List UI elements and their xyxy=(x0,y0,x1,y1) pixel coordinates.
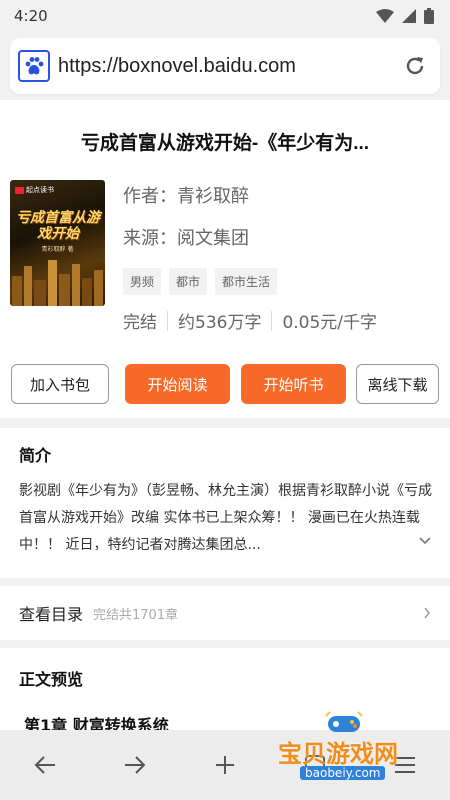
book-title: 亏成首富从游戏开始-《年少有为... xyxy=(80,133,370,154)
book-status: 完结 xyxy=(123,313,157,333)
preview-title: 正文预览 xyxy=(19,670,84,689)
tag-urban[interactable]: 都市 xyxy=(169,268,208,295)
watermark-text: 宝贝游戏网 xyxy=(278,740,398,768)
stats-divider xyxy=(167,310,168,331)
cover-skyline-image xyxy=(12,260,103,306)
signal-icon xyxy=(402,9,416,23)
chevron-right-icon xyxy=(424,607,430,619)
status-bar: 4:20 xyxy=(0,0,450,32)
status-time: 4:20 xyxy=(14,7,48,25)
url-text[interactable]: https://boxnovel.baidu.com xyxy=(58,55,400,78)
add-to-shelf-button[interactable]: 加入书包 xyxy=(11,364,109,404)
battery-icon xyxy=(424,8,434,24)
wifi-icon xyxy=(376,9,394,23)
baidu-paw-icon xyxy=(18,50,50,82)
stats-divider xyxy=(271,310,273,331)
tag-urban-life[interactable]: 都市生活 xyxy=(215,268,278,295)
back-button[interactable] xyxy=(20,740,70,790)
address-bar-container: https://boxnovel.baidu.com xyxy=(0,32,450,100)
site-watermark: 宝贝游戏网 baobeiy.com xyxy=(276,708,426,788)
cover-title: 亏成首富从游戏开始 xyxy=(16,210,100,242)
qidian-logo-icon xyxy=(15,186,24,194)
book-info-card: 亏成首富从游戏开始-《年少有为... 起点读书 亏成首富从游戏开始 青衫取醉 著… xyxy=(0,100,450,418)
intro-title: 简介 xyxy=(19,446,52,465)
cover-badge: 起点读书 xyxy=(15,185,54,195)
tag-male[interactable]: 男频 xyxy=(123,268,162,295)
start-listening-button[interactable]: 开始听书 xyxy=(241,364,346,404)
status-icons xyxy=(376,8,434,24)
address-bar[interactable]: https://boxnovel.baidu.com xyxy=(10,38,440,94)
book-price: 0.05元/千字 xyxy=(282,313,378,333)
watermark-url: baobeiy.com xyxy=(300,766,386,780)
arrow-right-icon xyxy=(125,756,146,774)
book-stats: 完结 约536万字 0.05元/千字 xyxy=(123,308,377,333)
intro-section: 简介 影视剧《年少有为》（彭昱畅、林允主演）根据青衫取醉小说《亏成首富从游戏开始… xyxy=(0,428,450,578)
book-word-count: 约536万字 xyxy=(178,313,262,333)
table-of-contents-row[interactable]: 查看目录 完结共1701章 xyxy=(0,586,450,640)
book-author[interactable]: 作者：青衫取醉 xyxy=(123,182,249,208)
gamepad-icon xyxy=(325,711,363,732)
plus-icon xyxy=(216,756,234,774)
reload-icon[interactable] xyxy=(400,51,430,81)
new-tab-button[interactable] xyxy=(200,740,250,790)
cover-badge-text: 起点读书 xyxy=(26,186,54,194)
toc-label: 查看目录 xyxy=(19,605,84,624)
toc-chapter-count: 完结共1701章 xyxy=(93,607,179,623)
book-source: 来源：阅文集团 xyxy=(123,228,249,249)
arrow-left-icon xyxy=(34,756,55,774)
intro-text[interactable]: 影视剧《年少有为》（彭昱畅、林允主演）根据青衫取醉小说《亏成首富从游戏开始》改编… xyxy=(19,478,437,559)
offline-download-button[interactable]: 离线下载 xyxy=(356,364,439,404)
start-reading-button[interactable]: 开始阅读 xyxy=(125,364,230,404)
book-cover[interactable]: 起点读书 亏成首富从游戏开始 青衫取醉 著 xyxy=(10,180,105,306)
cover-subtitle: 青衫取醉 著 xyxy=(41,246,74,253)
chevron-down-icon[interactable] xyxy=(418,536,432,546)
forward-button[interactable] xyxy=(110,740,160,790)
tag-list: 男频 都市 都市生活 xyxy=(123,268,278,295)
